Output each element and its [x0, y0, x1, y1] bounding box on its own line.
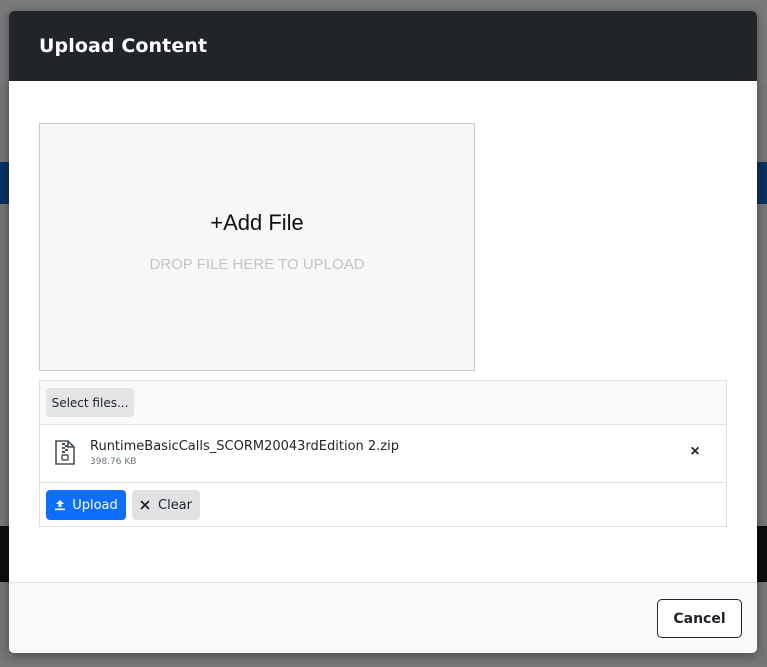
clear-button[interactable]: Clear: [132, 490, 200, 520]
upload-content-dialog: Upload Content +Add File DROP FILE HERE …: [9, 11, 757, 653]
dialog-title: Upload Content: [39, 35, 208, 57]
file-name: RuntimeBasicCalls_SCORM20043rdEdition 2.…: [90, 439, 399, 454]
zip-file-icon: [54, 440, 76, 465]
file-size: 398.76 KB: [90, 457, 137, 467]
uploader-toolbar: Select files...: [40, 381, 726, 425]
dialog-header: Upload Content: [9, 11, 757, 81]
drop-hint: DROP FILE HERE TO UPLOAD: [149, 256, 365, 273]
cancel-button[interactable]: Cancel: [657, 599, 742, 638]
clear-button-label: Clear: [158, 497, 192, 513]
upload-button[interactable]: Upload: [46, 490, 126, 520]
add-file-label[interactable]: +Add File: [40, 210, 474, 236]
file-dropzone[interactable]: +Add File DROP FILE HERE TO UPLOAD: [39, 123, 475, 371]
upload-icon: [54, 499, 66, 511]
close-icon: [140, 500, 150, 510]
remove-file-button[interactable]: ×: [686, 443, 704, 461]
file-uploader: Select files... RuntimeBasicCalls_SCORM2…: [39, 380, 727, 527]
select-files-button[interactable]: Select files...: [46, 388, 134, 417]
upload-button-label: Upload: [72, 497, 118, 513]
file-list-item: RuntimeBasicCalls_SCORM20043rdEdition 2.…: [40, 425, 726, 483]
dialog-footer: Cancel: [9, 582, 757, 653]
